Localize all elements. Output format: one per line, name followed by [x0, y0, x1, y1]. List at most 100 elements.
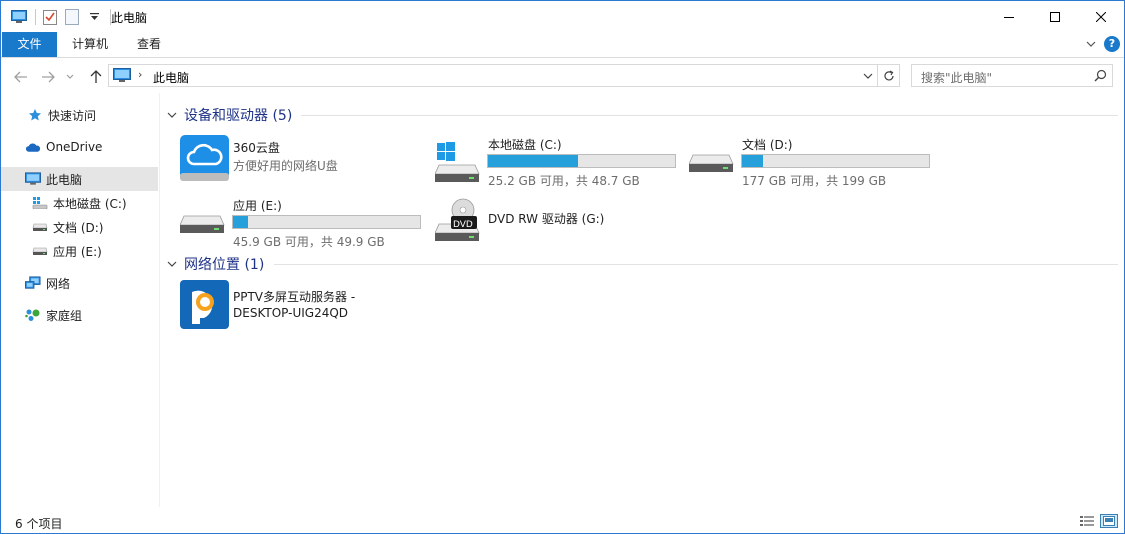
minimize-icon — [1004, 16, 1014, 18]
sidebar-item-quick-access[interactable]: 快速访问 — [1, 103, 158, 127]
tab-file[interactable]: 文件 — [2, 32, 57, 57]
ribbon-tabs: 文件 计算机 查看 ? — [1, 32, 1124, 58]
drive-usage-fill — [488, 155, 578, 167]
tile-name: DVD RW 驱动器 (G:) — [488, 212, 605, 226]
drive-space-info: 25.2 GB 可用，共 48.7 GB — [488, 174, 640, 188]
chevron-down-icon — [66, 74, 74, 79]
back-arrow-icon — [14, 71, 27, 83]
large-icons-view-button[interactable] — [1100, 514, 1118, 528]
chevron-down-icon[interactable] — [167, 112, 179, 119]
tile-drive-e[interactable]: 应用 (E:) 45.9 GB 可用，共 49.9 GB — [179, 194, 430, 250]
window-controls — [986, 1, 1124, 32]
tile-dvd-drive[interactable]: DVD DVD RW 驱动器 (G:) — [434, 194, 685, 250]
windows-drive-icon — [434, 141, 485, 191]
expand-ribbon-button[interactable] — [1086, 37, 1096, 51]
details-view-button[interactable] — [1078, 514, 1096, 528]
group-title: 网络位置 (1) — [184, 257, 265, 273]
computer-icon — [113, 68, 131, 86]
group-title: 设备和驱动器 (5) — [184, 108, 293, 124]
cloud-icon — [25, 139, 41, 155]
breadcrumb-separator-icon[interactable]: › — [138, 68, 142, 81]
up-button[interactable] — [87, 68, 105, 86]
search-input[interactable]: 搜索"此电脑" — [921, 69, 992, 86]
sidebar-item-onedrive[interactable]: OneDrive — [1, 135, 158, 159]
close-button[interactable] — [1078, 1, 1124, 32]
help-icon[interactable]: ? — [1104, 36, 1120, 52]
search-icon[interactable] — [1094, 69, 1107, 85]
tile-drive-d[interactable]: 文档 (D:) 177 GB 可用，共 199 GB — [688, 133, 939, 189]
address-bar[interactable]: › 此电脑 — [108, 64, 878, 87]
maximize-icon — [1050, 11, 1060, 22]
group-divider — [301, 115, 1118, 116]
forward-button[interactable] — [39, 68, 57, 86]
homegroup-icon — [25, 307, 41, 323]
sidebar-item-label: 网络 — [46, 276, 71, 291]
up-arrow-icon — [90, 70, 102, 83]
dvd-label: DVD — [453, 220, 473, 230]
sidebar-item-label: 快速访问 — [48, 108, 97, 123]
details-view-icon — [1080, 515, 1094, 526]
group-divider — [274, 264, 1118, 265]
refresh-button[interactable] — [878, 64, 900, 87]
drive-icon — [688, 153, 739, 203]
content-pane: 设备和驱动器 (5) 360云盘 方便好用的网络U盘 本地磁盘 (C:) 25.… — [161, 93, 1124, 507]
tile-name: 文档 (D:) — [742, 138, 793, 152]
drive-usage-fill — [233, 216, 248, 228]
cloud360-icon — [180, 133, 230, 183]
chevron-down-icon[interactable] — [167, 261, 179, 268]
group-header-devices[interactable]: 设备和驱动器 (5) — [167, 105, 292, 125]
tile-name-line1: PPTV多屏互动服务器 - — [233, 290, 356, 304]
quick-access-toolbar — [9, 7, 115, 27]
drive-usage-bar — [487, 154, 676, 168]
sidebar-item-this-pc[interactable]: 此电脑 — [1, 167, 158, 191]
sidebar-item-homegroup[interactable]: 家庭组 — [1, 303, 158, 327]
explorer-window: 此电脑 文件 计算机 查看 ? › 此电脑 搜索"此电脑" 快速访问 OneDr… — [0, 0, 1125, 534]
windows-drive-icon — [32, 195, 48, 211]
sidebar-item-label: 文档 (D:) — [53, 220, 104, 235]
maximize-button[interactable] — [1032, 1, 1078, 32]
tab-view[interactable]: 查看 — [123, 32, 175, 57]
breadcrumb-current[interactable]: 此电脑 — [153, 69, 189, 86]
new-folder-icon[interactable] — [62, 7, 82, 27]
drive-icon — [32, 219, 48, 235]
search-box[interactable]: 搜索"此电脑" — [911, 64, 1113, 87]
refresh-icon — [883, 69, 894, 80]
tile-drive-c[interactable]: 本地磁盘 (C:) 25.2 GB 可用，共 48.7 GB — [434, 133, 685, 191]
sidebar-item-drive-c[interactable]: 本地磁盘 (C:) — [1, 191, 158, 215]
tile-name: 360云盘 — [233, 141, 280, 155]
drive-usage-bar — [232, 215, 421, 229]
view-switcher — [1074, 514, 1118, 528]
drive-usage-bar — [741, 154, 930, 168]
back-button[interactable] — [12, 68, 30, 86]
drive-space-info: 45.9 GB 可用，共 49.9 GB — [233, 235, 385, 249]
sidebar-item-label: 应用 (E:) — [53, 244, 102, 259]
sidebar-item-drive-e[interactable]: 应用 (E:) — [1, 239, 158, 263]
sidebar-item-label: 本地磁盘 (C:) — [53, 196, 127, 211]
sidebar-item-label: 家庭组 — [46, 308, 83, 323]
item-count: 6 个项目 — [15, 517, 63, 531]
properties-icon[interactable] — [40, 7, 60, 27]
sidebar-item-network[interactable]: 网络 — [1, 271, 158, 295]
drive-space-info: 177 GB 可用，共 199 GB — [742, 174, 887, 188]
star-icon — [27, 107, 43, 123]
tile-subtitle: 方便好用的网络U盘 — [233, 159, 338, 173]
title-bar: 此电脑 — [1, 1, 1124, 32]
computer-icon[interactable] — [9, 7, 29, 27]
toolbar-separator — [35, 9, 36, 25]
large-icons-view-icon — [1103, 516, 1115, 526]
tile-pptv-server[interactable]: PPTV多屏互动服务器 - DESKTOP-UIG24QD — [180, 280, 440, 336]
drive-icon — [32, 243, 48, 259]
status-bar: 6 个项目 — [1, 507, 1124, 533]
tile-360-cloud[interactable]: 360云盘 方便好用的网络U盘 — [180, 133, 410, 189]
computer-icon — [25, 171, 41, 187]
sidebar-item-drive-d[interactable]: 文档 (D:) — [1, 215, 158, 239]
group-header-network[interactable]: 网络位置 (1) — [167, 254, 264, 274]
minimize-button[interactable] — [986, 1, 1032, 32]
recent-locations-button[interactable] — [64, 68, 76, 86]
sidebar-item-label: 此电脑 — [46, 172, 83, 187]
navigation-pane: 快速访问 OneDrive 此电脑 本地磁盘 (C:) 文档 (D:) 应用 (… — [1, 93, 160, 507]
tab-computer[interactable]: 计算机 — [58, 32, 122, 57]
address-history-button[interactable] — [863, 69, 873, 83]
customize-toolbar-icon[interactable] — [84, 7, 104, 27]
chevron-down-icon — [1086, 41, 1096, 47]
